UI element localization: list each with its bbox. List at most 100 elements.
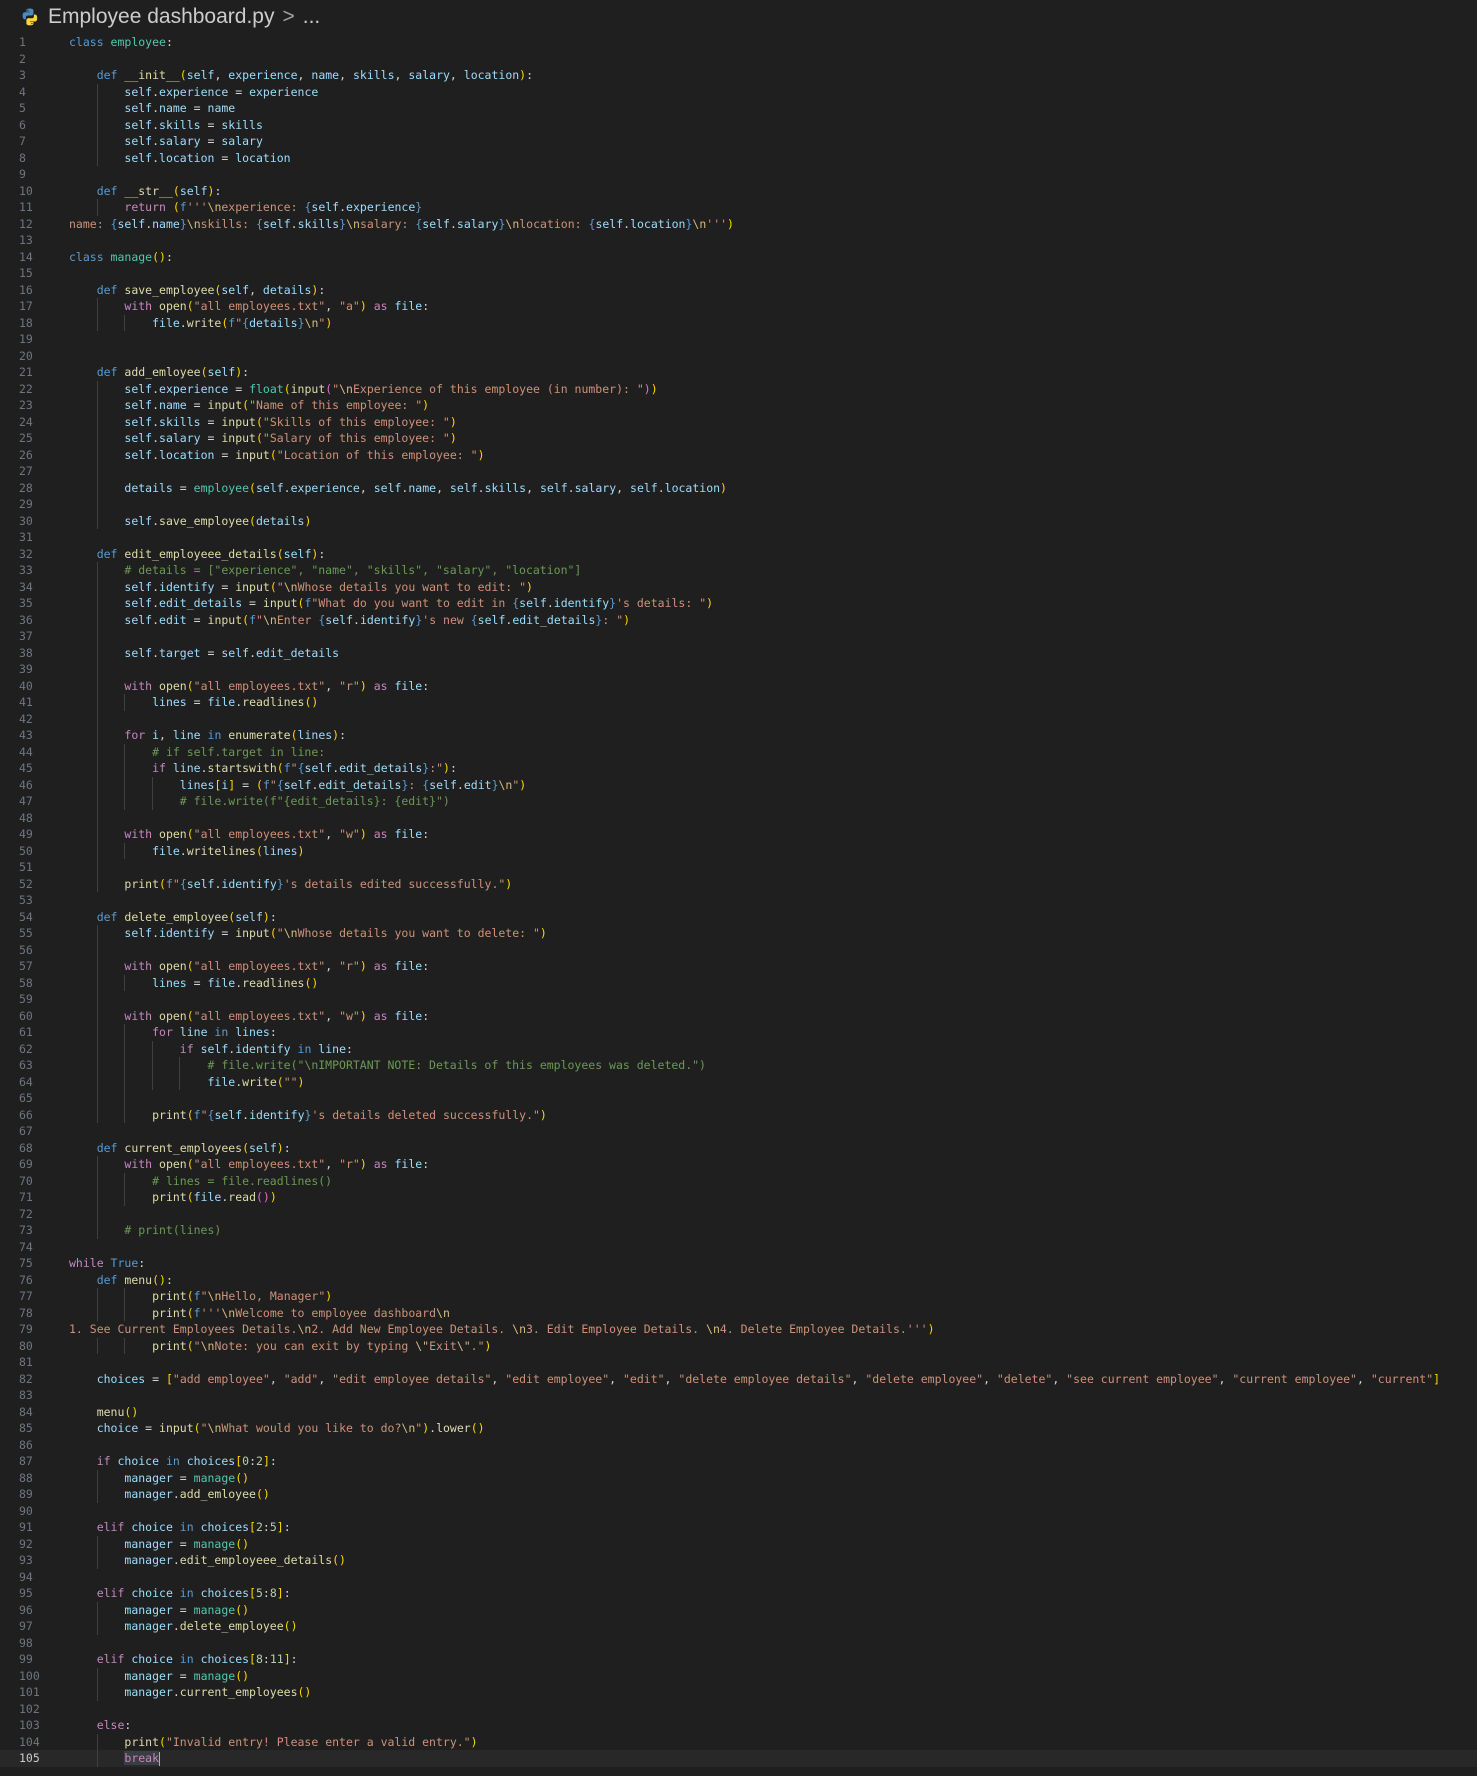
code-line[interactable]: 39 <box>0 661 1477 678</box>
code-line[interactable]: 69 with open("all employees.txt", "r") a… <box>0 1156 1477 1173</box>
code-line[interactable]: 34 self.identify = input("\nWhose detail… <box>0 578 1477 595</box>
code-line[interactable]: 83 <box>0 1387 1477 1404</box>
code-line[interactable]: 6 self.skills = skills <box>0 116 1477 133</box>
code-line[interactable]: 100 manager = manage() <box>0 1667 1477 1684</box>
code-line[interactable]: 7 self.salary = salary <box>0 133 1477 150</box>
code-line[interactable]: 52 print(f"{self.identify}'s details edi… <box>0 875 1477 892</box>
code-line[interactable]: 71 print(file.read()) <box>0 1189 1477 1206</box>
code-line[interactable]: 43 for i, line in enumerate(lines): <box>0 727 1477 744</box>
code-line[interactable]: 18 file.write(f"{details}\n") <box>0 314 1477 331</box>
code-line[interactable]: 84 menu() <box>0 1404 1477 1421</box>
code-line[interactable]: 29 <box>0 496 1477 513</box>
code-line[interactable]: 11 return (f'''\nexperience: {self.exper… <box>0 199 1477 216</box>
code-line[interactable]: 31 <box>0 529 1477 546</box>
code-line[interactable]: 73 # print(lines) <box>0 1222 1477 1239</box>
code-line[interactable]: 14 class manage(): <box>0 249 1477 266</box>
code-line[interactable]: 49 with open("all employees.txt", "w") a… <box>0 826 1477 843</box>
code-line[interactable]: 44 # if self.target in line: <box>0 743 1477 760</box>
code-line[interactable]: 77 print(f"\nHello, Manager") <box>0 1288 1477 1305</box>
code-line[interactable]: 79 1. See Current Employees Details.\n2. … <box>0 1321 1477 1338</box>
code-line[interactable]: 23 self.name = input("Name of this emplo… <box>0 397 1477 414</box>
code-line[interactable]: 38 self.target = self.edit_details <box>0 644 1477 661</box>
code-line[interactable]: 61 for line in lines: <box>0 1024 1477 1041</box>
code-line[interactable]: 33 # details = ["experience", "name", "s… <box>0 562 1477 579</box>
code-line[interactable]: 2 <box>0 51 1477 68</box>
code-line[interactable]: 91 elif choice in choices[2:5]: <box>0 1519 1477 1536</box>
code-line[interactable]: 101 manager.current_employees() <box>0 1684 1477 1701</box>
code-line[interactable]: 50 file.writelines(lines) <box>0 842 1477 859</box>
code-line[interactable]: 21 def add_emloyee(self): <box>0 364 1477 381</box>
code-line[interactable]: 87 if choice in choices[0:2]: <box>0 1453 1477 1470</box>
code-line[interactable]: 72 <box>0 1205 1477 1222</box>
code-line[interactable]: 36 self.edit = input(f"\nEnter {self.ide… <box>0 611 1477 628</box>
code-line[interactable]: 74 <box>0 1239 1477 1256</box>
code-line[interactable]: 51 <box>0 859 1477 876</box>
code-line[interactable]: 93 manager.edit_employeee_details() <box>0 1552 1477 1569</box>
code-line[interactable]: 46 lines[i] = (f"{self.edit_details}: {s… <box>0 776 1477 793</box>
code-line[interactable]: 81 <box>0 1354 1477 1371</box>
code-editor[interactable]: 1 class employee: 2 3 def __init__(self, ex… <box>0 34 1477 1776</box>
code-line[interactable]: 32 def edit_employeee_details(self): <box>0 546 1477 563</box>
code-line[interactable]: 98 <box>0 1635 1477 1652</box>
code-line[interactable]: 27 <box>0 463 1477 480</box>
code-line[interactable]: 90 <box>0 1503 1477 1520</box>
code-line[interactable]: 24 self.skills = input("Skills of this e… <box>0 413 1477 430</box>
code-line[interactable]: 16 def save_employee(self, details): <box>0 282 1477 299</box>
code-line[interactable]: 19 <box>0 331 1477 348</box>
code-line[interactable]: 59 <box>0 991 1477 1008</box>
code-line[interactable]: 63 # file.write("\nIMPORTANT NOTE: Detai… <box>0 1057 1477 1074</box>
code-line[interactable]: 92 manager = manage() <box>0 1535 1477 1552</box>
code-line[interactable]: 56 <box>0 941 1477 958</box>
code-line[interactable]: 105 break <box>0 1750 1477 1767</box>
code-line[interactable]: 102 <box>0 1701 1477 1718</box>
code-line[interactable]: 5 self.name = name <box>0 100 1477 117</box>
code-line[interactable]: 104 print("Invalid entry! Please enter a… <box>0 1733 1477 1750</box>
code-line[interactable]: 41 lines = file.readlines() <box>0 694 1477 711</box>
code-line[interactable]: 103 else: <box>0 1717 1477 1734</box>
code-line[interactable]: 94 <box>0 1569 1477 1586</box>
code-line[interactable]: 58 lines = file.readlines() <box>0 974 1477 991</box>
code-line[interactable]: 53 <box>0 892 1477 909</box>
code-line[interactable]: 80 print("\nNote: you can exit by typing… <box>0 1337 1477 1354</box>
code-line[interactable]: 55 self.identify = input("\nWhose detail… <box>0 925 1477 942</box>
code-line[interactable]: 8 self.location = location <box>0 149 1477 166</box>
breadcrumb-symbol-ellipsis[interactable]: ... <box>303 5 321 29</box>
code-line[interactable]: 67 <box>0 1123 1477 1140</box>
code-line[interactable]: 60 with open("all employees.txt", "w") a… <box>0 1007 1477 1024</box>
code-line[interactable]: 13 <box>0 232 1477 249</box>
code-line[interactable]: 66 print(f"{self.identify}'s details del… <box>0 1106 1477 1123</box>
code-line[interactable]: 42 <box>0 710 1477 727</box>
code-line[interactable]: 89 manager.add_emloyee() <box>0 1486 1477 1503</box>
code-line[interactable]: 25 self.salary = input("Salary of this e… <box>0 430 1477 447</box>
code-line[interactable]: 26 self.location = input("Location of th… <box>0 446 1477 463</box>
code-line[interactable]: 65 <box>0 1090 1477 1107</box>
code-line[interactable]: 86 <box>0 1437 1477 1454</box>
code-line[interactable]: 68 def current_employees(self): <box>0 1140 1477 1157</box>
code-line[interactable]: 57 with open("all employees.txt", "r") a… <box>0 958 1477 975</box>
code-line[interactable]: 76 def menu(): <box>0 1272 1477 1289</box>
code-line[interactable]: 85 choice = input("\nWhat would you like… <box>0 1420 1477 1437</box>
code-line[interactable]: 1 class employee: <box>0 34 1477 51</box>
code-line[interactable]: 10 def __str__(self): <box>0 183 1477 200</box>
code-line[interactable]: 95 elif choice in choices[5:8]: <box>0 1585 1477 1602</box>
code-line[interactable]: 88 manager = manage() <box>0 1469 1477 1486</box>
code-line[interactable]: 70 # lines = file.readlines() <box>0 1172 1477 1189</box>
code-line[interactable]: 99 elif choice in choices[8:11]: <box>0 1651 1477 1668</box>
code-line[interactable]: 12 name: {self.name}\nskills: {self.skill… <box>0 216 1477 233</box>
code-line[interactable]: 45 if line.startswith(f"{self.edit_detai… <box>0 760 1477 777</box>
code-line[interactable]: 47 # file.write(f"{edit_details}: {edit}… <box>0 793 1477 810</box>
code-line[interactable]: 62 if self.identify in line: <box>0 1040 1477 1057</box>
code-line[interactable]: 9 <box>0 166 1477 183</box>
code-line[interactable]: 40 with open("all employees.txt", "r") a… <box>0 677 1477 694</box>
code-line[interactable]: 75 while True: <box>0 1255 1477 1272</box>
code-line[interactable]: 17 with open("all employees.txt", "a") a… <box>0 298 1477 315</box>
code-line[interactable]: 4 self.experience = experience <box>0 83 1477 100</box>
code-line[interactable]: 37 <box>0 628 1477 645</box>
code-line[interactable]: 78 print(f'''\nWelcome to employee dashb… <box>0 1304 1477 1321</box>
breadcrumb-file-name[interactable]: Employee dashboard.py <box>48 5 274 29</box>
code-line[interactable]: 35 self.edit_details = input(f"What do y… <box>0 595 1477 612</box>
code-line[interactable]: 22 self.experience = float(input("\nExpe… <box>0 380 1477 397</box>
code-line[interactable]: 64 file.write("") <box>0 1073 1477 1090</box>
code-line[interactable]: 20 <box>0 348 1477 365</box>
code-line[interactable]: 28 details = employee(self.experience, s… <box>0 479 1477 496</box>
